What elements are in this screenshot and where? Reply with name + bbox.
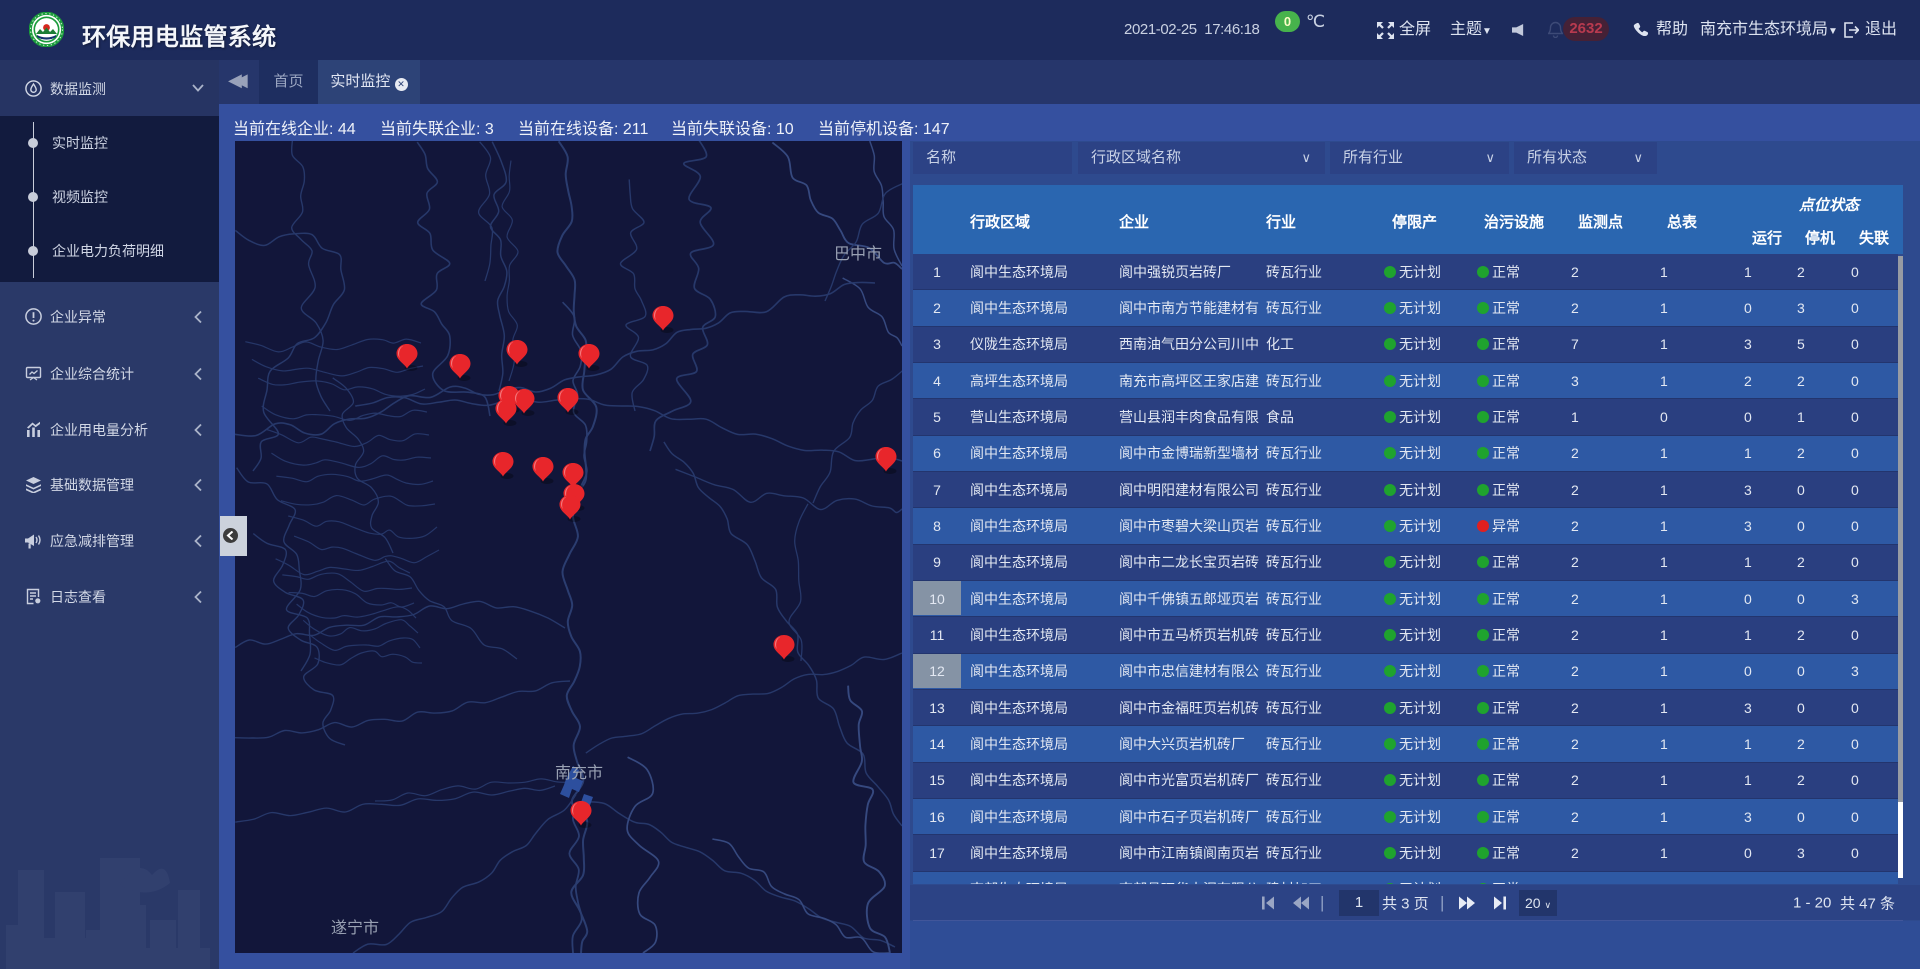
svg-text:遂宁市: 遂宁市: [331, 919, 379, 937]
svg-text:南充市: 南充市: [555, 764, 603, 782]
svg-text:巴中市: 巴中市: [834, 245, 882, 263]
